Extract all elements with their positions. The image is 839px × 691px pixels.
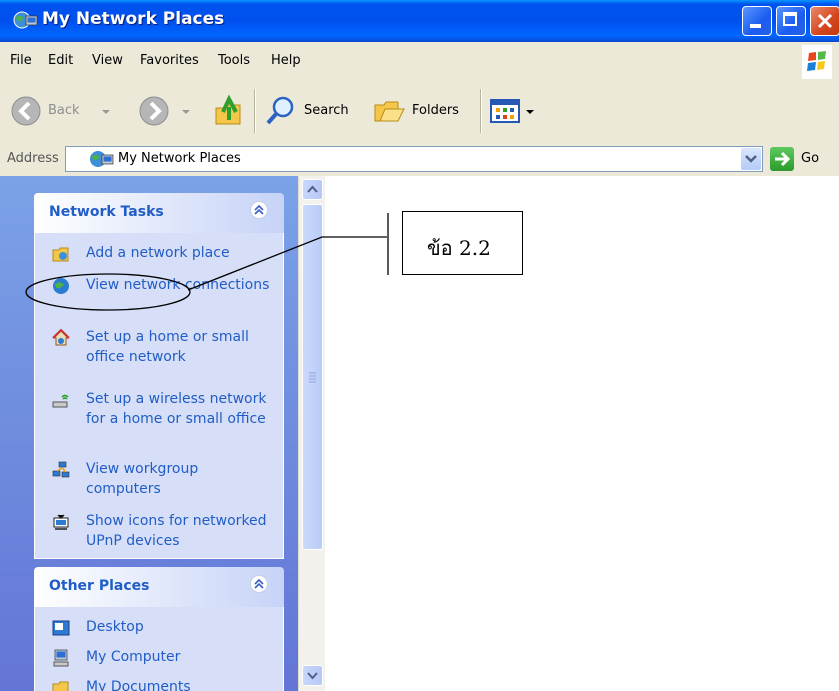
annotation-overlay (25, 213, 389, 311)
annotation-ellipse (25, 273, 191, 311)
annotation-pointer-line (187, 236, 387, 291)
annotation-callout: ข้อ 2.2 (402, 211, 523, 275)
explorer-window: My Network Places File Edit View Favorit… (0, 0, 839, 691)
annotation-label: ข้อ 2.2 (427, 236, 491, 260)
